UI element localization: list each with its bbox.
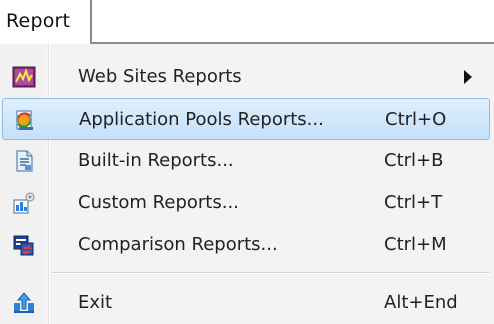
exit-icon	[14, 292, 34, 313]
menu-item-label: Built-in Reports...	[78, 150, 234, 171]
screen: Report Web Sites Reports Application Poo…	[0, 0, 494, 324]
comparison-report-icon	[13, 235, 34, 256]
menu-item-shortcut: Ctrl+T	[384, 192, 443, 213]
menu-item-label: Exit	[78, 292, 113, 313]
submenu-arrow-icon	[464, 70, 472, 84]
menu-item-shortcut: Alt+End	[384, 292, 458, 313]
menu-item-web-sites-reports[interactable]: Web Sites Reports	[2, 56, 490, 98]
menu-item-label: Custom Reports...	[78, 192, 239, 213]
menu-item-label: Web Sites Reports	[78, 66, 242, 87]
menu-item-shortcut: Ctrl+O	[385, 109, 447, 130]
menu-report-label: Report	[6, 10, 71, 32]
application-pools-report-icon	[16, 110, 33, 130]
menu-item-custom-reports[interactable]: Custom Reports... Ctrl+T	[2, 182, 490, 224]
built-in-report-icon	[16, 150, 33, 172]
menu-item-comparison-reports[interactable]: Comparison Reports... Ctrl+M	[2, 224, 490, 266]
menu-item-built-in-reports[interactable]: Built-in Reports... Ctrl+B	[2, 140, 490, 182]
menu-item-label: Application Pools Reports...	[79, 109, 324, 130]
menu-separator	[52, 272, 490, 274]
menu-item-label: Comparison Reports...	[78, 234, 278, 255]
menu-report-tab[interactable]: Report	[0, 0, 92, 44]
menu-item-shortcut: Ctrl+M	[384, 234, 447, 255]
custom-report-icon	[13, 192, 35, 214]
menu-item-application-pools-reports[interactable]: Application Pools Reports... Ctrl+O	[2, 98, 490, 140]
menu-item-exit[interactable]: Exit Alt+End	[2, 282, 490, 324]
web-sites-report-icon	[12, 66, 36, 88]
menu-item-shortcut: Ctrl+B	[384, 150, 444, 171]
report-dropdown-menu: Web Sites Reports Application Pools Repo…	[0, 42, 494, 324]
